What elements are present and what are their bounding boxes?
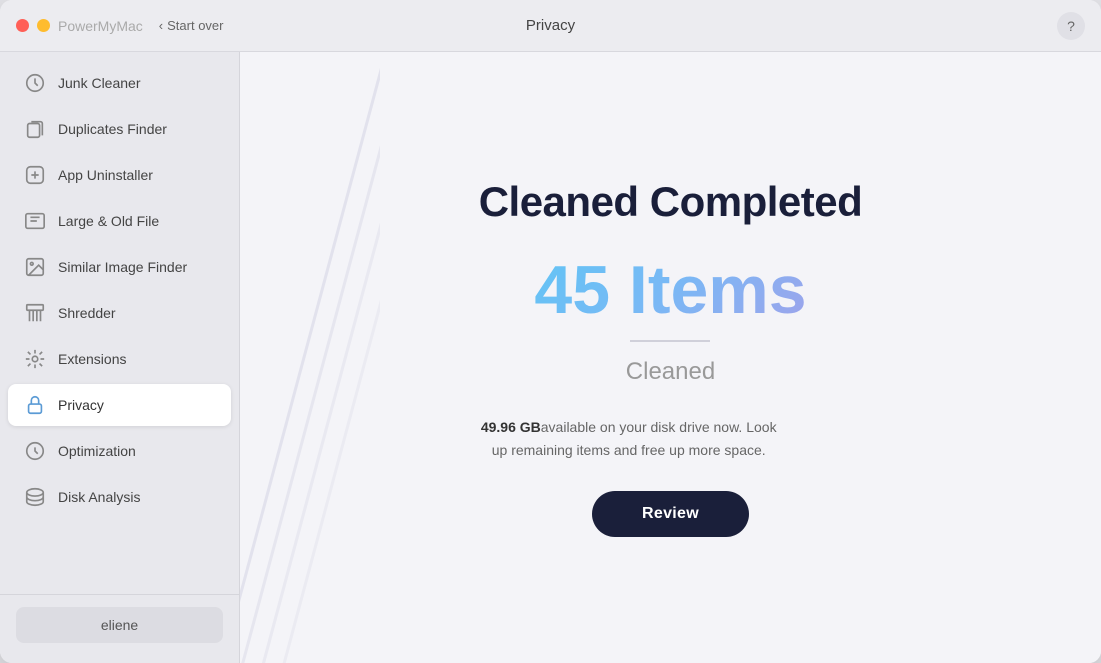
large-old-file-icon <box>24 210 46 232</box>
sidebar: Junk Cleaner Duplicates Finder <box>0 52 240 663</box>
content-inner: Cleaned Completed 45 Items Cleaned 49.96… <box>439 138 903 577</box>
sidebar-item-shredder[interactable]: Shredder <box>8 292 231 334</box>
divider <box>630 340 710 342</box>
sidebar-item-label: Junk Cleaner <box>58 75 141 91</box>
sidebar-item-disk-analysis[interactable]: Disk Analysis <box>8 476 231 518</box>
chevron-left-icon: ‹ <box>159 18 163 33</box>
help-icon: ? <box>1067 18 1075 34</box>
shredder-icon <box>24 302 46 324</box>
title-bar: PowerMyMac ‹ Start over Privacy ? <box>0 0 1101 52</box>
sidebar-item-label: Similar Image Finder <box>58 259 187 275</box>
privacy-icon <box>24 394 46 416</box>
decorative-lines <box>240 52 380 663</box>
sidebar-item-optimization[interactable]: Optimization <box>8 430 231 472</box>
items-count: 45 Items <box>479 256 863 324</box>
app-window: PowerMyMac ‹ Start over Privacy ? Junk C <box>0 0 1101 663</box>
title-bar-left: PowerMyMac ‹ Start over <box>58 18 224 34</box>
sidebar-item-label: Extensions <box>58 351 126 367</box>
sidebar-item-privacy[interactable]: Privacy <box>8 384 231 426</box>
user-profile[interactable]: eliene <box>16 607 223 643</box>
disk-gb-value: 49.96 GB <box>481 419 541 435</box>
cleaned-title: Cleaned Completed <box>479 178 863 226</box>
optimization-icon <box>24 440 46 462</box>
app-uninstaller-icon <box>24 164 46 186</box>
cleaned-subtitle: Cleaned <box>479 358 863 386</box>
sidebar-item-large-old-file[interactable]: Large & Old File <box>8 200 231 242</box>
sidebar-item-label: Privacy <box>58 397 104 413</box>
sidebar-item-extensions[interactable]: Extensions <box>8 338 231 380</box>
page-title: Privacy <box>526 17 575 34</box>
content-area: Cleaned Completed 45 Items Cleaned 49.96… <box>240 52 1101 663</box>
disk-analysis-icon <box>24 486 46 508</box>
junk-cleaner-icon <box>24 72 46 94</box>
disk-info: 49.96 GBavailable on your disk drive now… <box>479 416 779 461</box>
main-layout: Junk Cleaner Duplicates Finder <box>0 52 1101 663</box>
sidebar-item-label: Optimization <box>58 443 136 459</box>
sidebar-item-label: Large & Old File <box>58 213 159 229</box>
similar-image-finder-icon <box>24 256 46 278</box>
help-button[interactable]: ? <box>1057 12 1085 40</box>
username-label: eliene <box>101 617 138 633</box>
sidebar-bottom: eliene <box>0 594 239 655</box>
review-button[interactable]: Review <box>592 491 749 537</box>
sidebar-item-similar-image-finder[interactable]: Similar Image Finder <box>8 246 231 288</box>
brand-name: PowerMyMac <box>58 18 143 34</box>
traffic-lights <box>16 19 50 32</box>
start-over-button[interactable]: ‹ Start over <box>159 18 224 33</box>
sidebar-item-label: Duplicates Finder <box>58 121 167 137</box>
extensions-icon <box>24 348 46 370</box>
sidebar-item-label: Shredder <box>58 305 116 321</box>
minimize-button[interactable] <box>37 19 50 32</box>
sidebar-item-duplicates-finder[interactable]: Duplicates Finder <box>8 108 231 150</box>
sidebar-item-label: App Uninstaller <box>58 167 153 183</box>
sidebar-item-label: Disk Analysis <box>58 489 140 505</box>
duplicates-finder-icon <box>24 118 46 140</box>
sidebar-item-app-uninstaller[interactable]: App Uninstaller <box>8 154 231 196</box>
sidebar-item-junk-cleaner[interactable]: Junk Cleaner <box>8 62 231 104</box>
close-button[interactable] <box>16 19 29 32</box>
